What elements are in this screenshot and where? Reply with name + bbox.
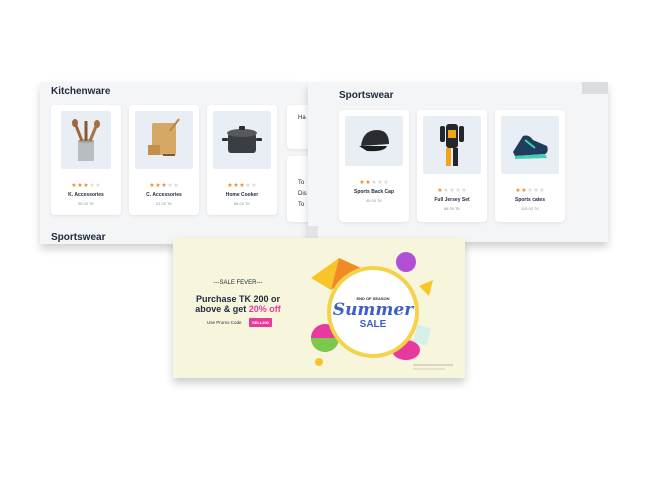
cooking-pot-icon [222,126,262,153]
summer-sale-banner[interactable]: ---SALE FEVER--- Purchase TK 200 or abov… [173,238,465,378]
rating-stars: ★★★★★ [129,183,199,189]
product-card-partial[interactable]: Ha [287,105,308,149]
watermark-line [413,368,445,370]
partial-label: Ha [298,115,306,121]
product-price: 68.00 TK [233,201,251,206]
product-price: 45.00 TK [365,198,383,203]
product-card-sports-back-cap[interactable]: ★★★★★ Sports Back Cap 45.00 TK [339,110,409,222]
product-price: 119.00 TK [520,206,540,211]
rating-stars: ★★★★★ [207,183,277,189]
scroll-handle[interactable] [308,226,318,238]
promo-code-badge[interactable]: SELL200 [249,318,272,327]
product-name[interactable]: Full Jersey Set [417,197,487,203]
star-icon: ★ [95,183,101,189]
product-card-k-accessories[interactable]: ★★★★★ K. Accessories 35.00 TK [51,105,121,215]
product-card-home-cooker[interactable]: ★★★★★ Home Cooker 68.00 TK [207,105,277,215]
product-image [423,116,481,174]
jersey-icon [440,124,464,166]
product-name[interactable]: Sports cates [495,197,565,203]
product-price: 35.00 TK [77,201,95,206]
product-name[interactable]: Home Cooker [207,192,277,198]
star-icon: ★ [383,180,389,186]
sportswear-heading: Sportswear [51,232,106,243]
rating-stars: ★★★★★ [417,188,487,194]
product-price: 23.00 TK [155,201,173,206]
product-image [345,116,403,166]
product-name[interactable]: K. Accessories [51,192,121,198]
rating-stars: ★★★★★ [495,188,565,194]
watermark-line [413,364,453,366]
promo-line-1: Purchase TK 200 or [195,294,281,304]
star-icon: ★ [173,183,179,189]
kitchenware-panel: Kitchenware ★★★★★ K. Accessories 35.00 T… [40,82,308,244]
promo-code-label: Use Promo Code [207,320,242,325]
cap-icon [359,130,389,152]
star-icon: ★ [251,183,257,189]
star-icon: ★ [461,188,467,194]
sale-text: SALE [359,319,387,330]
product-name[interactable]: Sports Back Cap [339,189,409,195]
product-image [135,111,193,169]
sale-fever-text: ---SALE FEVER--- [213,280,263,286]
product-card-c-accessories[interactable]: ★★★★★ C. Accessories 23.00 TK [129,105,199,215]
partial-label: Dis [298,191,307,197]
rating-stars: ★★★★★ [51,183,121,189]
product-name[interactable]: C. Accessories [129,192,199,198]
sportswear-panel: Sportswear ★★★★★ Sports Back Cap 45.00 T… [308,82,608,242]
product-card-sports-cates[interactable]: ★★★★★ Sports cates 119.00 TK [495,110,565,222]
product-card-full-jersey-set[interactable]: ★★★★★ Full Jersey Set 88.00 TK [417,110,487,222]
product-image [501,116,559,174]
product-image [61,111,111,169]
sportswear-title: Sportswear [339,90,394,101]
discount-highlight: 20% off [248,304,281,314]
promo-line-2: above & get 20% off [173,304,303,314]
star-icon: ★ [539,188,545,194]
product-card-partial[interactable]: To Dis To [287,156,308,222]
cutting-board-icon [148,118,180,156]
kitchenware-title: Kitchenware [51,86,111,97]
wooden-spoons-icon [72,119,100,161]
product-price: 88.00 TK [443,206,461,211]
promo-line-2-prefix: above & get [195,304,249,314]
summer-script-text: Summer [332,300,414,320]
product-image [213,111,271,169]
scroll-tab [582,82,608,94]
sneaker-icon [513,135,548,159]
partial-label: To [298,180,305,186]
partial-label: To [298,202,305,208]
rating-stars: ★★★★★ [339,180,409,186]
